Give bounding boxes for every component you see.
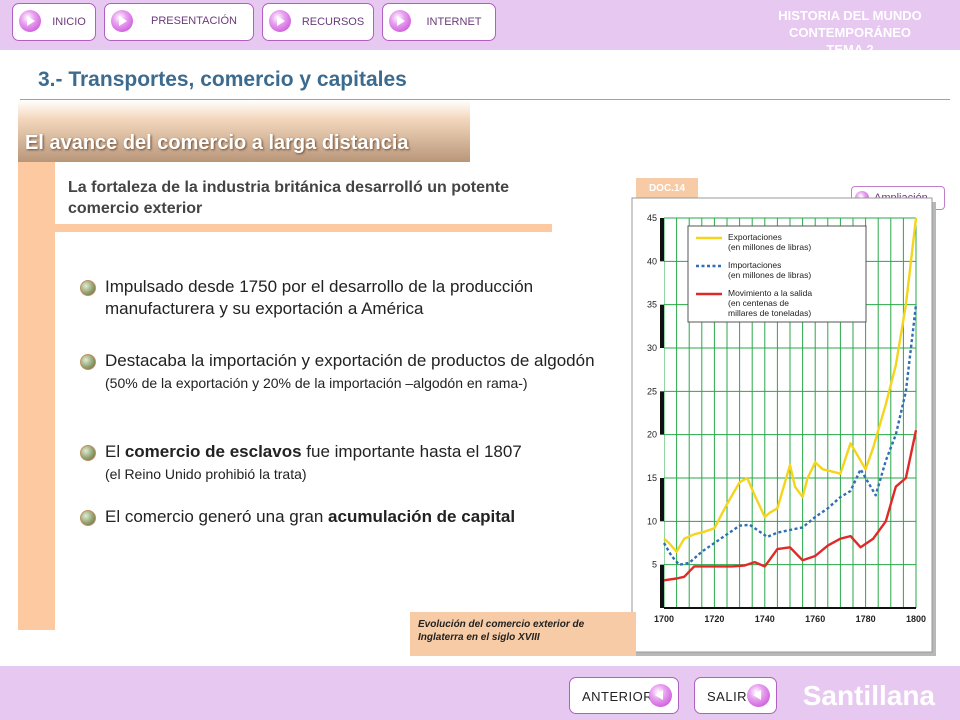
bullet-icon <box>80 280 96 296</box>
list-item: El comercio generó una gran acumulación … <box>80 506 625 528</box>
section-title: 3.- Transportes, comercio y capitales <box>38 68 407 91</box>
course-unit: TEMA 2 <box>826 42 874 57</box>
list-item-text: Destacaba la importación y exportación d… <box>105 350 625 394</box>
list-item-note: (50% de la exportación y 20% de la impor… <box>105 375 528 391</box>
nav-inicio-button[interactable]: INICIO <box>12 3 96 41</box>
list-item: Destacaba la importación y exportación d… <box>80 350 625 394</box>
back-arrow-icon <box>649 684 672 707</box>
bullet-icon <box>80 354 96 370</box>
play-arrow-icon <box>389 10 411 32</box>
list-item-bold: comercio de esclavos <box>124 442 302 461</box>
back-arrow-icon <box>747 684 770 707</box>
x-tick-label: 1740 <box>755 614 775 624</box>
y-tick-label: 10 <box>647 516 657 526</box>
y-tick-label: 20 <box>647 430 657 440</box>
anterior-label: ANTERIOR <box>582 689 654 704</box>
y-tick-label: 25 <box>647 386 657 396</box>
nav-recursos-label: RECURSOS <box>301 16 365 28</box>
course-subject: HISTORIA DEL MUNDO CONTEMPORÁNEO <box>778 8 922 40</box>
list-item-text-part: fue importante hasta el 1807 <box>301 442 522 461</box>
bullet-icon <box>80 510 96 526</box>
y-tick-label: 40 <box>647 256 657 266</box>
list-item-text-part: El comercio generó una gran <box>105 507 329 526</box>
y-tick-label: 5 <box>652 560 657 570</box>
y-tick-label: 30 <box>647 343 657 353</box>
list-item-note: (el Reino Unido prohibió la trata) <box>105 466 307 482</box>
nav-presentacion-label: PRESENTACIÓN <box>151 15 237 27</box>
left-decor-stripe <box>18 162 55 630</box>
x-tick-label: 1700 <box>654 614 674 624</box>
list-item: El comercio de esclavos fue importante h… <box>80 441 625 485</box>
nav-internet-label: INTERNET <box>426 16 482 28</box>
topic-label: El avance del comercio a larga distancia <box>25 132 409 154</box>
salir-button[interactable]: SALIR <box>694 677 777 714</box>
x-tick-label: 1780 <box>856 614 876 624</box>
x-tick-label: 1720 <box>704 614 724 624</box>
course-title: HISTORIA DEL MUNDO CONTEMPORÁNEO TEMA 2 <box>750 7 950 58</box>
intro-text: La fortaleza de la industria británica d… <box>68 179 509 217</box>
chart-caption: Evolución del comercio exterior de Ingla… <box>410 612 636 656</box>
play-arrow-icon <box>111 10 133 32</box>
salir-label: SALIR <box>707 689 748 704</box>
nav-internet-button[interactable]: INTERNET <box>382 3 496 41</box>
nav-presentacion-button[interactable]: PRESENTACIÓN <box>104 3 254 41</box>
y-axis-segment <box>660 521 664 565</box>
list-item-text: Impulsado desde 1750 por el desarrollo d… <box>105 277 534 318</box>
list-item-text-part: El <box>105 442 125 461</box>
intro-underline <box>55 224 552 232</box>
x-tick-label: 1760 <box>805 614 825 624</box>
brand-logo-text: Santillana <box>802 680 935 711</box>
y-axis-segment <box>660 434 664 478</box>
y-axis-segment <box>660 261 664 305</box>
bullet-icon <box>80 445 96 461</box>
x-tick-label: 1800 <box>906 614 926 624</box>
anterior-button[interactable]: ANTERIOR <box>569 677 679 714</box>
y-tick-label: 45 <box>647 213 657 223</box>
nav-recursos-button[interactable]: RECURSOS <box>262 3 374 41</box>
y-axis-segment <box>660 348 664 392</box>
list-item-text: El comercio de esclavos fue importante h… <box>105 441 625 485</box>
nav-inicio-label: INICIO <box>52 16 86 28</box>
list-item: Impulsado desde 1750 por el desarrollo d… <box>80 276 625 320</box>
list-item-bold: acumulación de capital <box>328 507 516 526</box>
y-tick-label: 15 <box>647 473 657 483</box>
y-tick-label: 35 <box>647 300 657 310</box>
list-item-text: El comercio generó una gran acumulación … <box>105 506 625 528</box>
play-arrow-icon <box>269 10 291 32</box>
list-item-main: Destacaba la importación y exportación d… <box>105 351 595 370</box>
play-arrow-icon <box>19 10 41 32</box>
trade-chart: 5 10 15 20 25 30 35 40 45 1700 1720 1740 1760 1780 180… <box>631 197 936 656</box>
